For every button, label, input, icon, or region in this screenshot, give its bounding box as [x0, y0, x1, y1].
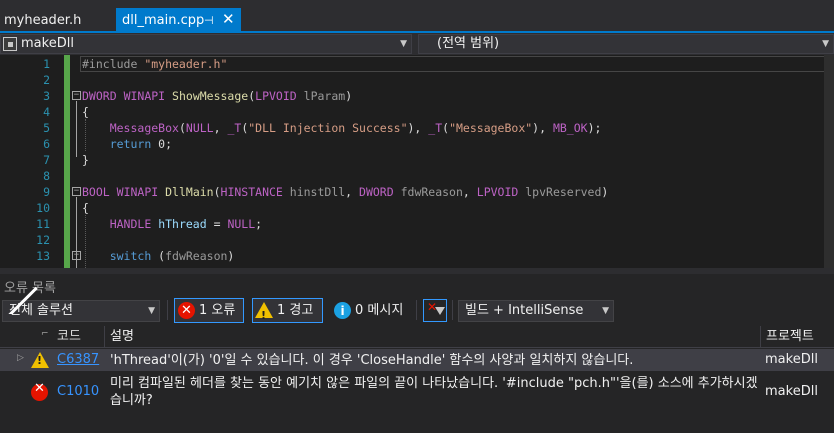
collapse-icon[interactable]: − — [72, 91, 81, 100]
warning-icon — [255, 302, 273, 327]
fold-guide — [76, 101, 77, 157]
errors-filter-label: 1 오류 — [199, 303, 236, 318]
column-header-project[interactable]: 프로젝트 — [760, 326, 814, 348]
error-description: 'hThread'이(가) '0'일 수 있습니다. 이 경우 'CloseHa… — [110, 353, 634, 368]
indent-guide — [85, 215, 86, 268]
error-list-toolbar: 전체 솔루션 ▼ 1 오류 1 경고 0 메시지 ✕ 빌드 + IntelliS… — [0, 296, 834, 327]
warnings-filter-label: 1 경고 — [277, 303, 314, 318]
close-icon[interactable]: ✕ — [222, 7, 235, 32]
code-line: HANDLE hThread = NULL; — [109, 217, 263, 231]
scope-dropdown[interactable]: (전역 범위) ▼ — [418, 34, 834, 54]
code-line: switch (fdwReason) — [109, 249, 235, 263]
project-dropdown[interactable]: makeDll ▼ — [0, 34, 412, 54]
tab-dll-main-cpp[interactable]: dll_main.cpp ⊣ ✕ — [116, 8, 241, 33]
tab-label: myheader.h — [4, 13, 82, 28]
project-icon — [3, 37, 17, 51]
line-number: 6 — [43, 137, 50, 151]
column-header-code[interactable]: 코드 — [52, 326, 81, 348]
line-number: 3 — [43, 89, 50, 103]
messages-filter-label: 0 메시지 — [355, 303, 404, 318]
error-project: makeDll — [765, 384, 818, 399]
error-code-link[interactable]: C1010 — [57, 384, 99, 399]
code-line: return 0; — [109, 137, 173, 151]
code-line: BOOL WINAPI DllMain(HINSTANCE hinstDll, … — [82, 185, 609, 199]
line-number: 13 — [36, 249, 50, 263]
line-number: 11 — [36, 217, 50, 231]
toolbar-separator — [416, 300, 417, 320]
messages-filter-button[interactable]: 0 메시지 — [330, 298, 410, 323]
table-row[interactable]: C1010 미리 컴파일된 헤더를 찾는 동안 예기치 않은 파일의 끝이 나타… — [0, 372, 834, 412]
line-number: 7 — [43, 153, 50, 167]
table-row[interactable]: ▷ C6387 'hThread'이(가) '0'일 수 있습니다. 이 경우 … — [0, 349, 834, 371]
chevron-down-icon: ▼ — [400, 39, 407, 49]
line-number: 9 — [43, 185, 50, 199]
code-editor[interactable]: 1 2 3 4 5 6 7 8 9 10 11 12 13 − − − #inc… — [0, 55, 834, 268]
sort-indicator-icon[interactable]: ⌐ — [36, 323, 49, 345]
column-header-description[interactable]: 설명 — [104, 326, 134, 348]
source-filter-dropdown[interactable]: 빌드 + IntelliSense ▼ — [458, 300, 614, 322]
code-line: { — [82, 105, 89, 119]
code-line: #include "myheader.h" — [82, 57, 228, 71]
error-list-panel: 오류 목록 전체 솔루션 ▼ 1 오류 1 경고 0 메시지 ✕ 빌드 + In… — [0, 274, 834, 433]
tab-myheader-h[interactable]: myheader.h — [0, 8, 104, 33]
code-line: DWORD WINAPI ShowMessage(LPVOID lParam) — [82, 89, 353, 103]
indent-guide — [85, 119, 86, 151]
toolbar-separator — [452, 300, 453, 320]
line-number-gutter: 1 2 3 4 5 6 7 8 9 10 11 12 13 — [0, 55, 60, 268]
chevron-down-icon: ▼ — [822, 39, 829, 49]
line-number: 10 — [36, 201, 50, 215]
error-icon — [31, 381, 48, 405]
pin-icon[interactable]: ⊣ — [204, 8, 214, 33]
line-number: 1 — [43, 57, 50, 71]
warnings-filter-button[interactable]: 1 경고 — [252, 298, 323, 327]
collapse-icon[interactable]: − — [72, 187, 81, 196]
line-number: 8 — [43, 169, 50, 183]
navigation-bar: makeDll ▼ (전역 범위) ▼ — [0, 33, 834, 55]
document-tab-strip: myheader.h dll_main.cpp ⊣ ✕ — [0, 0, 834, 33]
error-list-header: ⌐ 코드 설명 프로젝트 — [0, 326, 834, 348]
filter-icon — [435, 307, 445, 315]
panel-resize-grip[interactable] — [0, 274, 40, 314]
chevron-down-icon: ▼ — [148, 306, 155, 316]
toolbar-separator — [167, 300, 168, 320]
error-icon — [178, 299, 195, 322]
info-icon — [334, 300, 351, 323]
collapse-icon[interactable]: − — [72, 251, 81, 260]
error-project: makeDll — [765, 352, 818, 367]
code-line: { — [82, 201, 89, 215]
line-number: 4 — [43, 105, 50, 119]
code-line: MessageBox(NULL, _T("DLL Injection Succe… — [109, 121, 602, 135]
chevron-down-icon: ▼ — [602, 306, 609, 316]
warning-icon — [31, 352, 49, 372]
vertical-scrollbar[interactable] — [824, 55, 834, 268]
line-number: 12 — [36, 233, 50, 247]
change-tracking-bar — [64, 55, 70, 268]
build-filter-button[interactable]: ✕ — [423, 299, 447, 322]
errors-filter-button[interactable]: 1 오류 — [174, 298, 244, 323]
tab-label: dll_main.cpp — [122, 13, 205, 28]
project-name: makeDll — [21, 36, 74, 51]
code-line: } — [82, 153, 89, 167]
error-code-link[interactable]: C6387 — [57, 352, 99, 367]
scope-name: (전역 범위) — [437, 36, 500, 51]
source-filter-value: 빌드 + IntelliSense — [465, 303, 584, 318]
error-description: 미리 컴파일된 헤더를 찾는 동안 예기치 않은 파일의 끝이 나타났습니다. … — [110, 376, 758, 408]
line-number: 2 — [43, 73, 50, 87]
expand-icon[interactable]: ▷ — [17, 353, 24, 363]
line-number: 5 — [43, 121, 50, 135]
